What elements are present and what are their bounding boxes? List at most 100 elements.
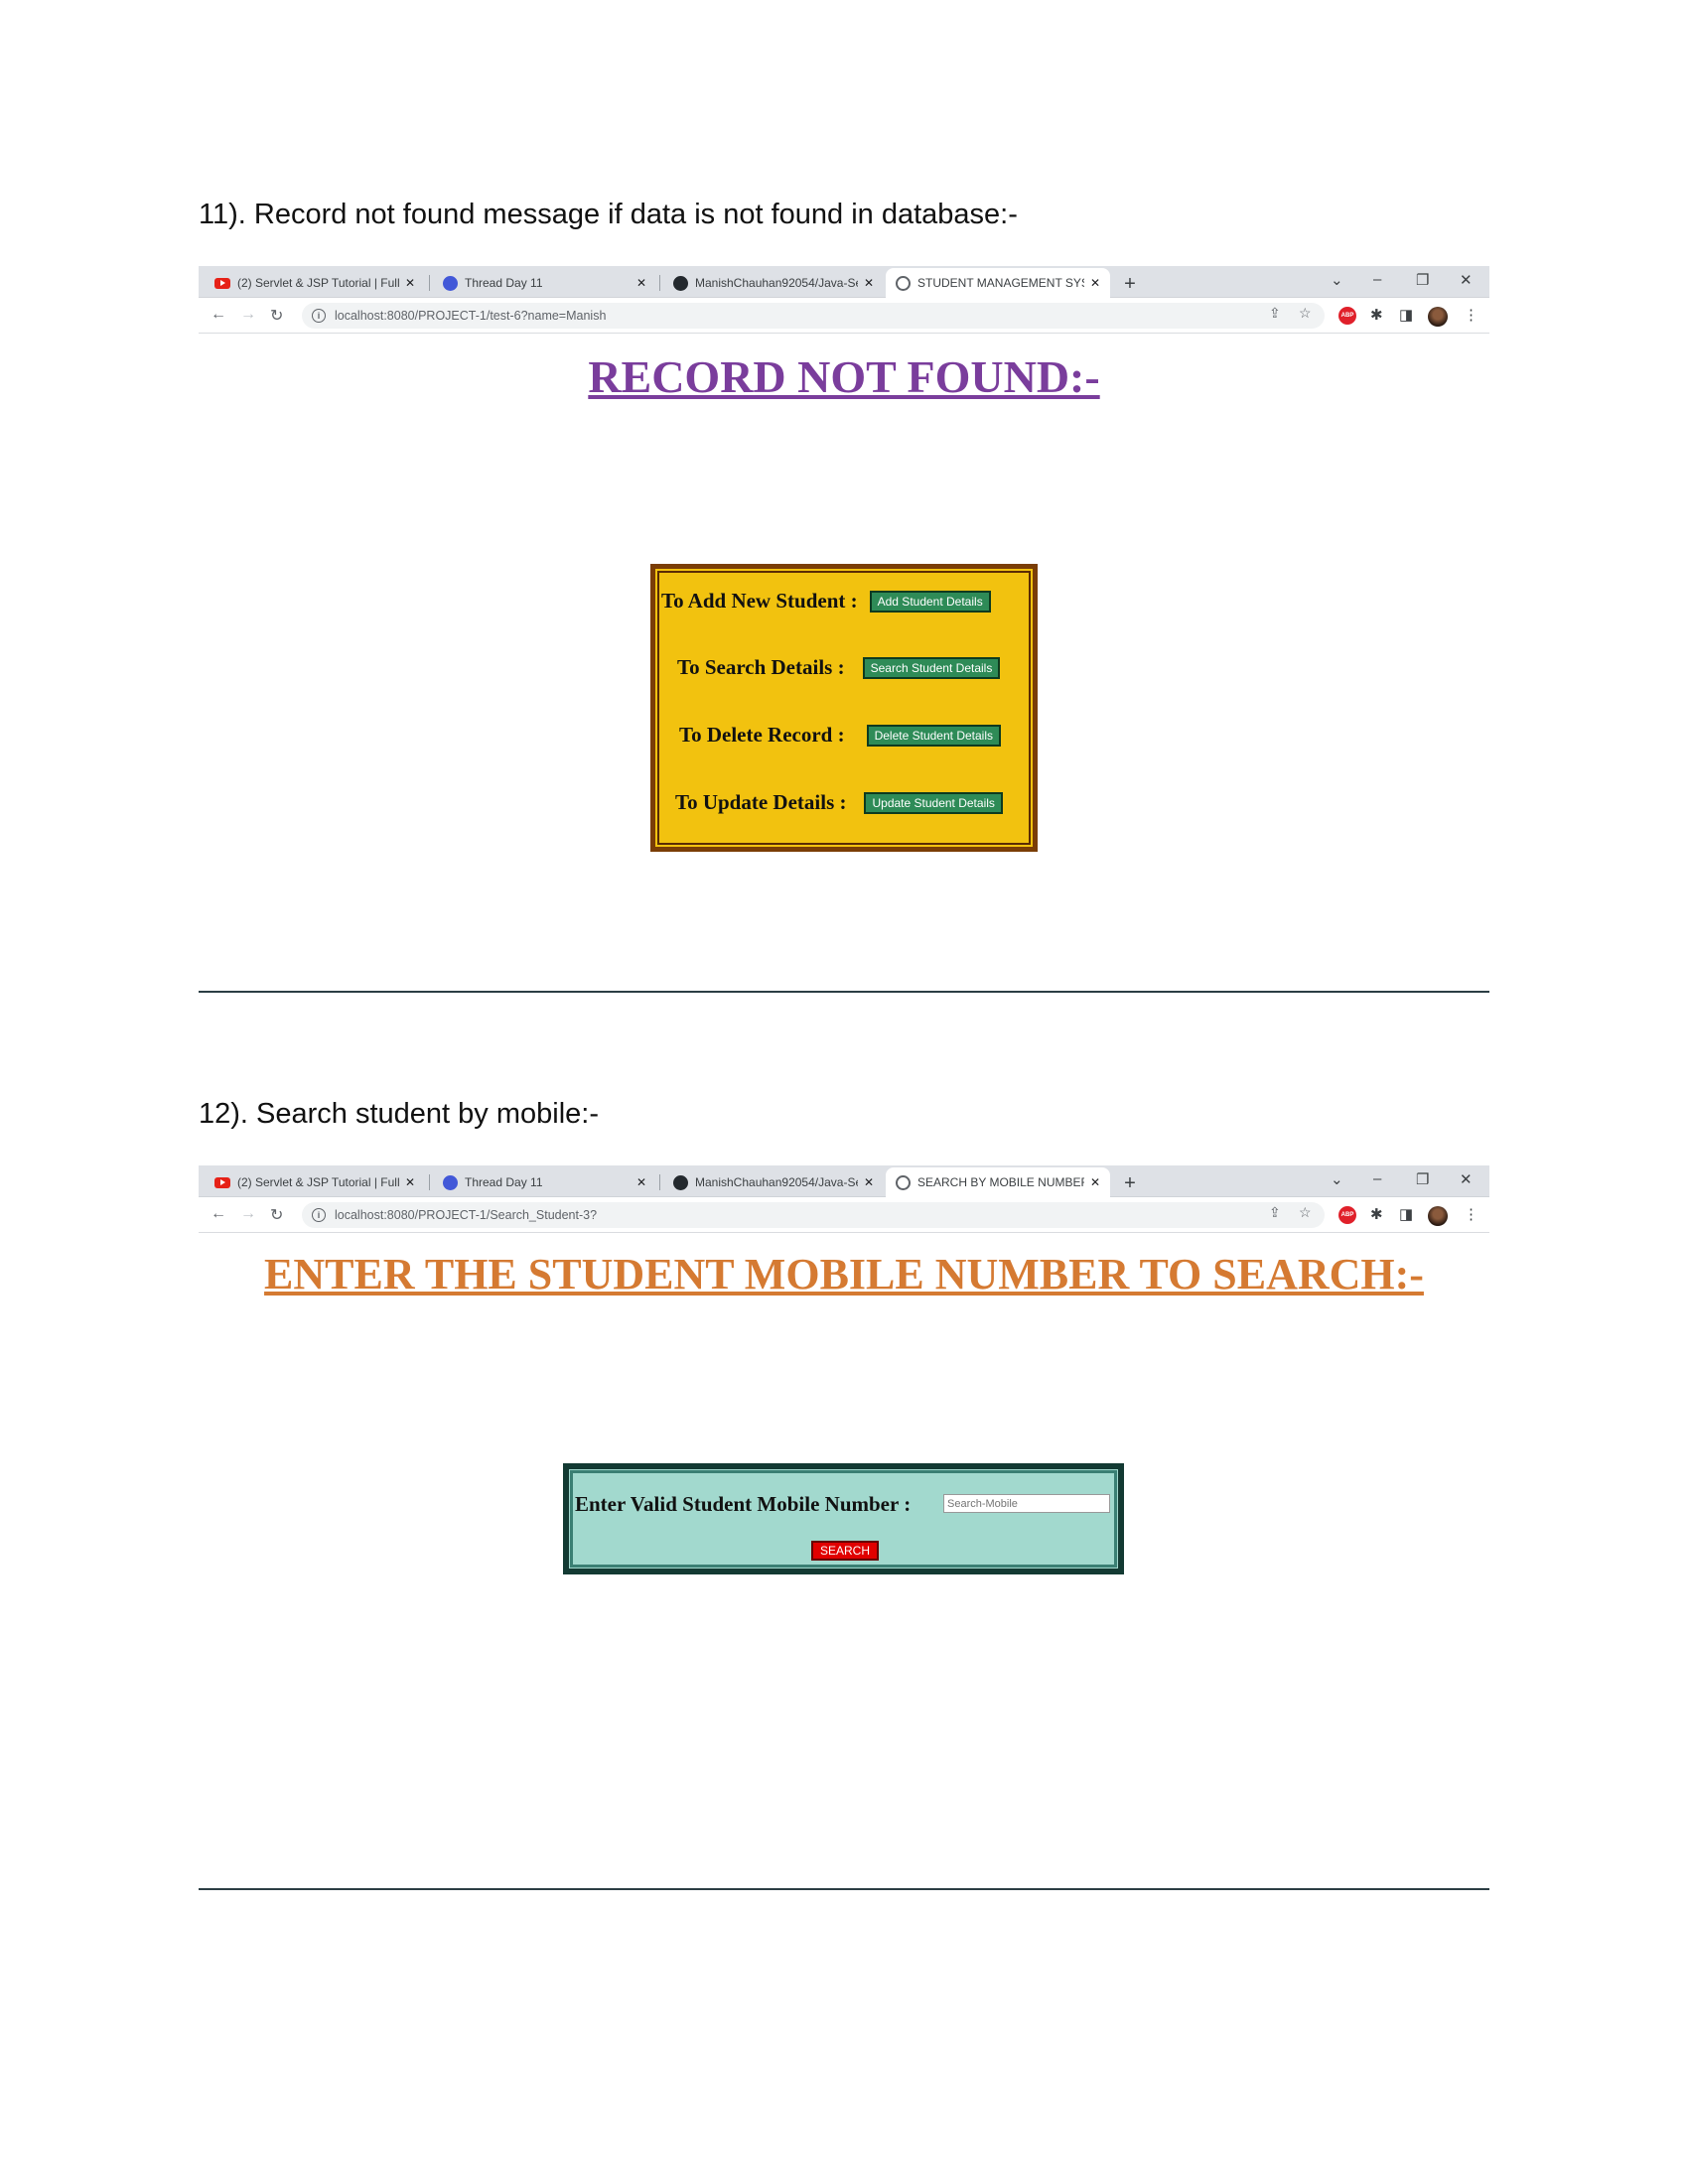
update-student-button[interactable]: Update Student Details	[864, 791, 1003, 814]
new-tab-button[interactable]: +	[1118, 1171, 1142, 1195]
close-icon[interactable]: ✕	[636, 276, 646, 290]
tab-title: STUDENT MANAGEMENT SYSTE	[917, 276, 1084, 290]
tab-title: (2) Servlet & JSP Tutorial | Full Co	[237, 276, 399, 290]
menu-label: To Add New Student :	[661, 589, 858, 613]
browser-screenshot-search-mobile: (2) Servlet & JSP Tutorial | Full Co ✕ T…	[199, 1165, 1489, 1721]
close-icon[interactable]: ✕	[405, 276, 415, 290]
minimize-icon[interactable]: –	[1373, 1170, 1381, 1187]
tab-title: (2) Servlet & JSP Tutorial | Full Co	[237, 1175, 399, 1189]
section-divider	[199, 1888, 1489, 1890]
tab-bar: (2) Servlet & JSP Tutorial | Full Co ✕ T…	[199, 1165, 1489, 1197]
window-close-icon[interactable]: ✕	[1460, 271, 1473, 289]
tab-separator	[429, 1174, 430, 1190]
url-text: localhost:8080/PROJECT-1/Search_Student-…	[335, 1208, 598, 1222]
chevron-down-icon[interactable]: ⌄	[1331, 1170, 1343, 1188]
section-heading: 12). Search student by mobile:-	[199, 1098, 599, 1130]
extensions-icon[interactable]: ✱	[1370, 1205, 1383, 1223]
section-divider	[199, 991, 1489, 993]
close-icon[interactable]: ✕	[864, 276, 874, 290]
url-text: localhost:8080/PROJECT-1/test-6?name=Man…	[335, 309, 607, 323]
share-icon[interactable]: ⇪	[1269, 1204, 1281, 1221]
avatar[interactable]	[1428, 307, 1448, 327]
tab-title: ManishChauhan92054/Java-Serv	[695, 1175, 858, 1189]
add-student-button[interactable]: Add Student Details	[869, 590, 991, 613]
thread-icon	[443, 1174, 458, 1190]
tab-youtube[interactable]: (2) Servlet & JSP Tutorial | Full Co ✕	[205, 268, 425, 298]
menu-label: To Update Details :	[675, 790, 847, 814]
search-form: Enter Valid Student Mobile Number : SEAR…	[563, 1463, 1124, 1574]
address-bar: ← → ↻ i localhost:8080/PROJECT-1/test-6?…	[199, 298, 1489, 334]
info-icon[interactable]: i	[312, 309, 326, 323]
mobile-search-input[interactable]	[943, 1494, 1110, 1513]
forward-icon[interactable]: →	[240, 306, 256, 324]
search-button[interactable]: SEARCH	[811, 1541, 879, 1561]
github-icon	[673, 275, 688, 291]
globe-icon	[896, 1174, 911, 1190]
window-close-icon[interactable]: ✕	[1460, 1170, 1473, 1188]
star-icon[interactable]: ☆	[1299, 305, 1312, 322]
forward-icon[interactable]: →	[240, 1205, 256, 1223]
youtube-icon	[214, 277, 230, 289]
back-icon[interactable]: ←	[211, 1205, 226, 1223]
tab-separator	[659, 1174, 660, 1190]
star-icon[interactable]: ☆	[1299, 1204, 1312, 1221]
share-icon[interactable]: ⇪	[1269, 305, 1281, 322]
reload-icon[interactable]: ↻	[270, 1205, 283, 1225]
search-student-button[interactable]: Search Student Details	[862, 656, 1001, 679]
adblock-icon[interactable]: ABP	[1338, 307, 1356, 325]
url-field[interactable]: i localhost:8080/PROJECT-1/test-6?name=M…	[302, 303, 1325, 329]
tab-thread[interactable]: Thread Day 11 ✕	[433, 268, 656, 298]
close-icon[interactable]: ✕	[405, 1175, 415, 1189]
restore-icon[interactable]: ❐	[1416, 1170, 1429, 1188]
delete-student-button[interactable]: Delete Student Details	[866, 724, 1001, 747]
page-title: RECORD NOT FOUND:-	[588, 351, 1100, 402]
address-bar: ← → ↻ i localhost:8080/PROJECT-1/Search_…	[199, 1197, 1489, 1233]
globe-icon	[896, 275, 911, 291]
new-tab-button[interactable]: +	[1118, 272, 1142, 296]
github-icon	[673, 1174, 688, 1190]
tab-title: Thread Day 11	[465, 1175, 543, 1189]
section-heading: 11). Record not found message if data is…	[199, 199, 1018, 230]
menu-icon[interactable]: ⋮	[1464, 1205, 1478, 1223]
menu-box: To Add New Student : Add Student Details…	[650, 564, 1038, 852]
close-icon[interactable]: ✕	[864, 1175, 874, 1189]
back-icon[interactable]: ←	[211, 306, 226, 324]
thread-icon	[443, 275, 458, 291]
tab-separator	[429, 275, 430, 291]
tab-active[interactable]: STUDENT MANAGEMENT SYSTE ✕	[886, 268, 1110, 298]
tab-title: Thread Day 11	[465, 276, 543, 290]
side-panel-icon[interactable]: ◨	[1399, 306, 1413, 324]
avatar[interactable]	[1428, 1206, 1448, 1226]
chevron-down-icon[interactable]: ⌄	[1331, 271, 1343, 289]
close-icon[interactable]: ✕	[1090, 1175, 1100, 1189]
tab-title: SEARCH BY MOBILE NUMBER	[917, 1175, 1084, 1189]
tab-youtube[interactable]: (2) Servlet & JSP Tutorial | Full Co ✕	[205, 1167, 425, 1197]
menu-icon[interactable]: ⋮	[1464, 306, 1478, 324]
menu-row-delete: To Delete Record : Delete Student Detail…	[679, 723, 1056, 748]
menu-row-add: To Add New Student : Add Student Details	[661, 589, 1039, 614]
reload-icon[interactable]: ↻	[270, 306, 283, 326]
youtube-icon	[214, 1176, 230, 1188]
tab-separator	[659, 275, 660, 291]
page-title: ENTER THE STUDENT MOBILE NUMBER TO SEARC…	[264, 1250, 1424, 1298]
close-icon[interactable]: ✕	[1090, 276, 1100, 290]
menu-row-search: To Search Details : Search Student Detai…	[677, 655, 1055, 680]
menu-row-update: To Update Details : Update Student Detai…	[675, 790, 1053, 815]
minimize-icon[interactable]: –	[1373, 271, 1381, 288]
extensions-icon[interactable]: ✱	[1370, 306, 1383, 324]
menu-label: To Delete Record :	[679, 723, 845, 747]
tab-title: ManishChauhan92054/Java-Serv	[695, 276, 858, 290]
side-panel-icon[interactable]: ◨	[1399, 1205, 1413, 1223]
tab-active[interactable]: SEARCH BY MOBILE NUMBER ✕	[886, 1167, 1110, 1197]
info-icon[interactable]: i	[312, 1208, 326, 1222]
menu-label: To Search Details :	[677, 655, 845, 679]
adblock-icon[interactable]: ABP	[1338, 1206, 1356, 1224]
mobile-label: Enter Valid Student Mobile Number :	[575, 1492, 912, 1516]
browser-screenshot-record-not-found: (2) Servlet & JSP Tutorial | Full Co ✕ T…	[199, 266, 1489, 862]
tab-github[interactable]: ManishChauhan92054/Java-Serv ✕	[663, 268, 884, 298]
url-field[interactable]: i localhost:8080/PROJECT-1/Search_Studen…	[302, 1202, 1325, 1228]
close-icon[interactable]: ✕	[636, 1175, 646, 1189]
tab-github[interactable]: ManishChauhan92054/Java-Serv ✕	[663, 1167, 884, 1197]
tab-thread[interactable]: Thread Day 11 ✕	[433, 1167, 656, 1197]
restore-icon[interactable]: ❐	[1416, 271, 1429, 289]
